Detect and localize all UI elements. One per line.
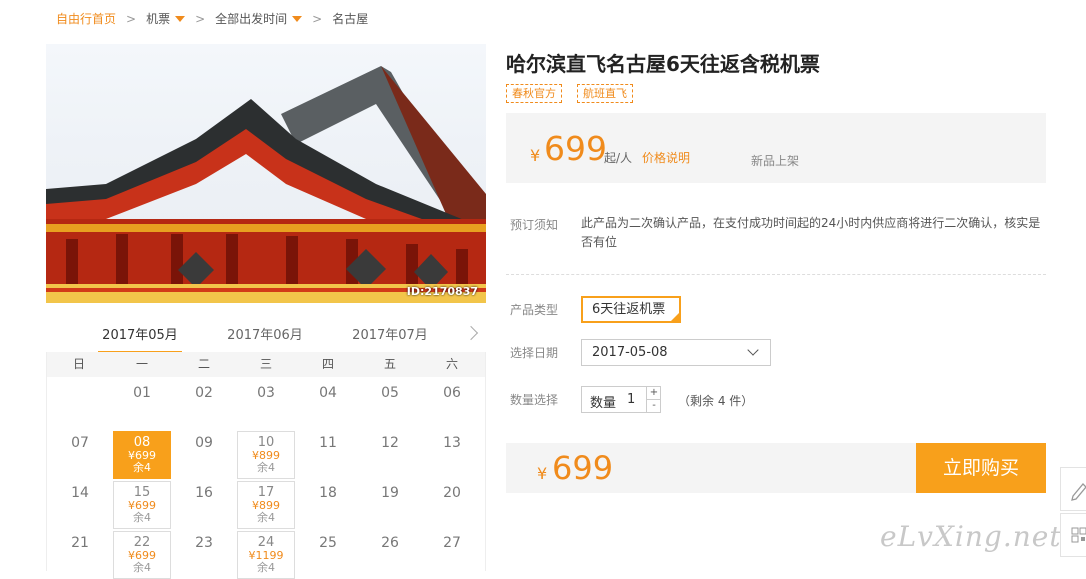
divider — [506, 274, 1046, 275]
calendar-day: 18 — [319, 485, 337, 501]
weekday-wed: 三 — [259, 357, 272, 371]
total-price: 699 — [552, 449, 614, 487]
calendar-day: 14 — [71, 485, 89, 501]
product-title: 哈尔滨直飞名古屋6天往返含税机票 — [506, 52, 820, 76]
calendar-day: 13 — [443, 435, 461, 451]
tag-direct-flight: 航班直飞 — [577, 84, 633, 103]
calendar-day-available[interactable]: 22 ¥699 余4 — [113, 531, 171, 579]
date-select-value: 2017-05-08 — [592, 345, 668, 360]
product-image: ID:2170837 — [46, 44, 486, 303]
temple-illustration — [46, 66, 486, 303]
price-calendar: 日 一 二 三 四 五 六 01 02 03 04 05 06 07 08 ¥6… — [46, 352, 486, 579]
price-explain-link[interactable]: 价格说明 — [642, 149, 690, 166]
date-label: 选择日期 — [510, 346, 559, 360]
calendar-day: 23 — [195, 535, 213, 551]
calendar-day: 20 — [443, 485, 461, 501]
calendar-day: 11 — [319, 435, 337, 451]
weekday-thu: 四 — [321, 357, 334, 371]
chevron-right-icon[interactable] — [463, 325, 479, 341]
calendar-day: 19 — [381, 485, 399, 501]
caret-down-icon — [292, 15, 303, 22]
calendar-day: 09 — [195, 435, 213, 451]
weekday-fri: 五 — [383, 357, 396, 371]
image-id-label: ID:2170837 — [406, 285, 478, 298]
calendar-day-available[interactable]: 15 ¥699 余4 — [113, 481, 171, 529]
weekday-header: 日 一 二 三 四 五 六 — [47, 352, 485, 377]
new-product-label: 新品上架 — [751, 154, 800, 168]
weekday-sat: 六 — [445, 357, 458, 371]
quantity-inner-label: 数量 — [590, 396, 617, 411]
edit-float-button[interactable] — [1060, 467, 1086, 511]
breadcrumb-separator-icon: > — [126, 11, 137, 26]
calendar-day: 26 — [381, 535, 399, 551]
caret-down-icon — [175, 15, 186, 22]
product-type-option[interactable]: 6天往返机票 — [581, 296, 681, 323]
calendar-day: 04 — [319, 385, 337, 401]
quantity-stepper[interactable]: 数量 1 + - — [581, 386, 661, 413]
price-unit: 起/人 — [604, 151, 633, 165]
watermark: eLvXing.net — [880, 520, 1062, 553]
calendar-day: 02 — [195, 385, 213, 401]
pencil-icon — [1071, 483, 1086, 501]
chevron-down-icon — [747, 344, 759, 356]
buy-now-button[interactable]: 立即购买 — [916, 443, 1046, 493]
tag-official: 春秋官方 — [506, 84, 562, 103]
breadcrumb-separator-icon: > — [312, 11, 323, 26]
calendar-day: 05 — [381, 385, 399, 401]
breadcrumb: 自由行首页 > 机票 > 全部出发时间 > 名古屋 — [56, 10, 368, 27]
calendar-day: 12 — [381, 435, 399, 451]
tab-month-2017-06[interactable]: 2017年06月 — [217, 324, 313, 343]
breadcrumb-destination: 名古屋 — [332, 12, 369, 26]
calendar-day: 01 — [133, 385, 151, 401]
calendar-day-selected[interactable]: 08 ¥699 余4 — [113, 431, 171, 479]
calendar-day: 27 — [443, 535, 461, 551]
breadcrumb-departure-dropdown[interactable]: 全部出发时间 — [215, 10, 303, 27]
calendar-day: 06 — [443, 385, 461, 401]
decrement-button[interactable]: - — [646, 400, 661, 413]
booking-notice: 此产品为二次确认产品，在支付成功时间起的24小时内供应商将进行二次确认，核实是否… — [581, 216, 1041, 249]
remaining-count: （剩余 4 件） — [678, 394, 754, 408]
breadcrumb-home-link[interactable]: 自由行首页 — [56, 10, 116, 27]
qrcode-float-button[interactable] — [1060, 513, 1086, 557]
breadcrumb-category-dropdown[interactable]: 机票 — [146, 10, 186, 27]
buy-bar: ¥ 699 立即购买 — [506, 443, 1046, 493]
date-select[interactable]: 2017-05-08 — [581, 339, 771, 366]
weekday-mon: 一 — [135, 357, 148, 371]
product-type-label: 产品类型 — [510, 303, 559, 317]
tab-month-2017-07[interactable]: 2017年07月 — [342, 324, 438, 343]
weekday-sun: 日 — [72, 357, 85, 371]
breadcrumb-category-label: 机票 — [146, 12, 171, 26]
calendar-day-available[interactable]: 24 ¥1199 余4 — [237, 531, 295, 579]
tab-month-2017-05[interactable]: 2017年05月 — [92, 324, 188, 354]
calendar-day-available[interactable]: 10 ¥899 余4 — [237, 431, 295, 479]
calendar-day: 21 — [71, 535, 89, 551]
weekday-tue: 二 — [197, 357, 210, 371]
calendar-day: 25 — [319, 535, 337, 551]
calendar-day: 07 — [71, 435, 89, 451]
qrcode-icon — [1071, 527, 1086, 543]
increment-button[interactable]: + — [646, 387, 661, 400]
notice-label: 预订须知 — [510, 218, 559, 232]
quantity-label: 数量选择 — [510, 393, 559, 407]
month-tabs: 2017年05月 2017年06月 2017年07月 — [46, 318, 486, 354]
breadcrumb-departure-label: 全部出发时间 — [215, 12, 288, 26]
calendar-day: 16 — [195, 485, 213, 501]
quantity-value[interactable]: 1 — [627, 392, 635, 407]
price-value: 699 — [544, 129, 607, 168]
currency-symbol: ¥ — [530, 146, 541, 165]
breadcrumb-separator-icon: > — [195, 11, 206, 26]
total-currency-symbol: ¥ — [537, 464, 548, 483]
calendar-day-available[interactable]: 17 ¥899 余4 — [237, 481, 295, 529]
calendar-day: 03 — [257, 385, 275, 401]
price-box: ¥ 699 起/人 价格说明 新品上架 — [506, 113, 1046, 183]
